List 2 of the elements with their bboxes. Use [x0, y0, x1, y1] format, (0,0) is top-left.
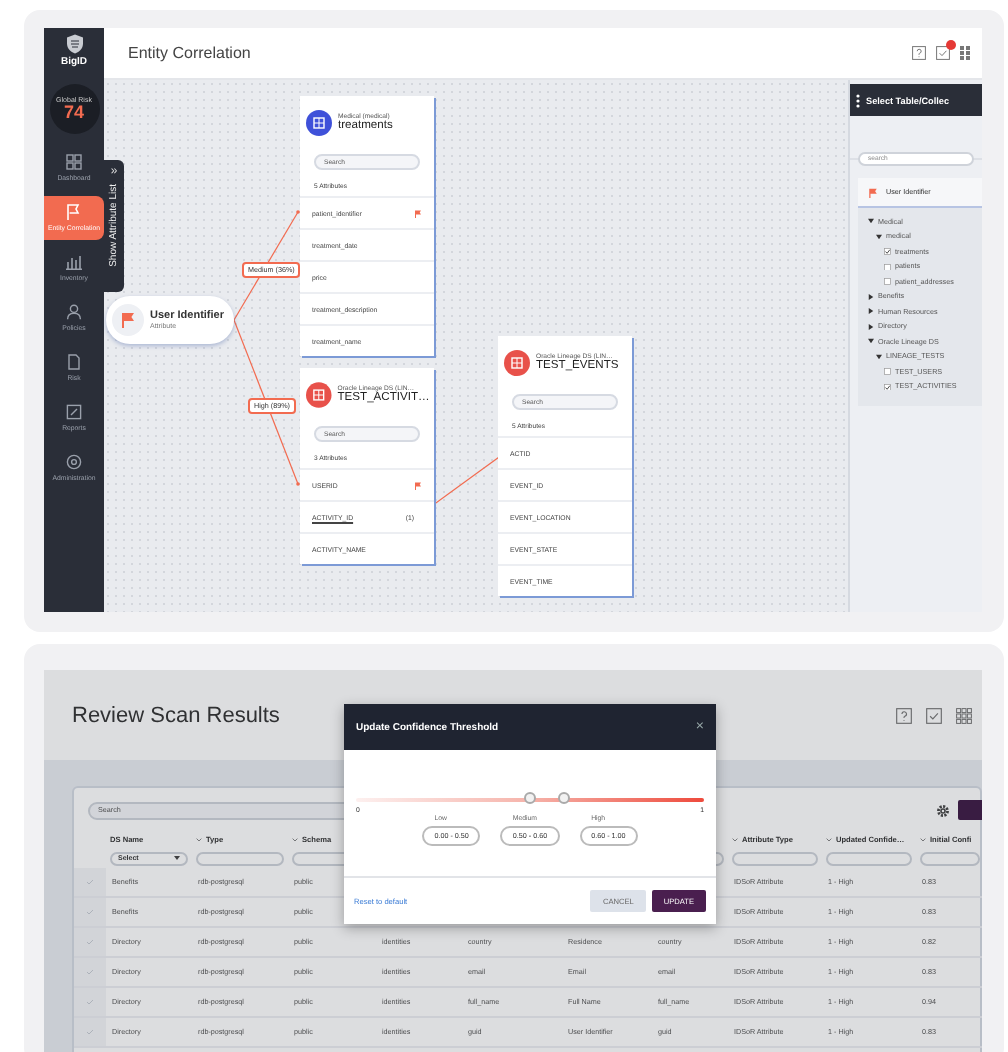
page-title: Review Scan Results — [72, 703, 280, 727]
page-title: Entity Correlation — [128, 44, 253, 62]
